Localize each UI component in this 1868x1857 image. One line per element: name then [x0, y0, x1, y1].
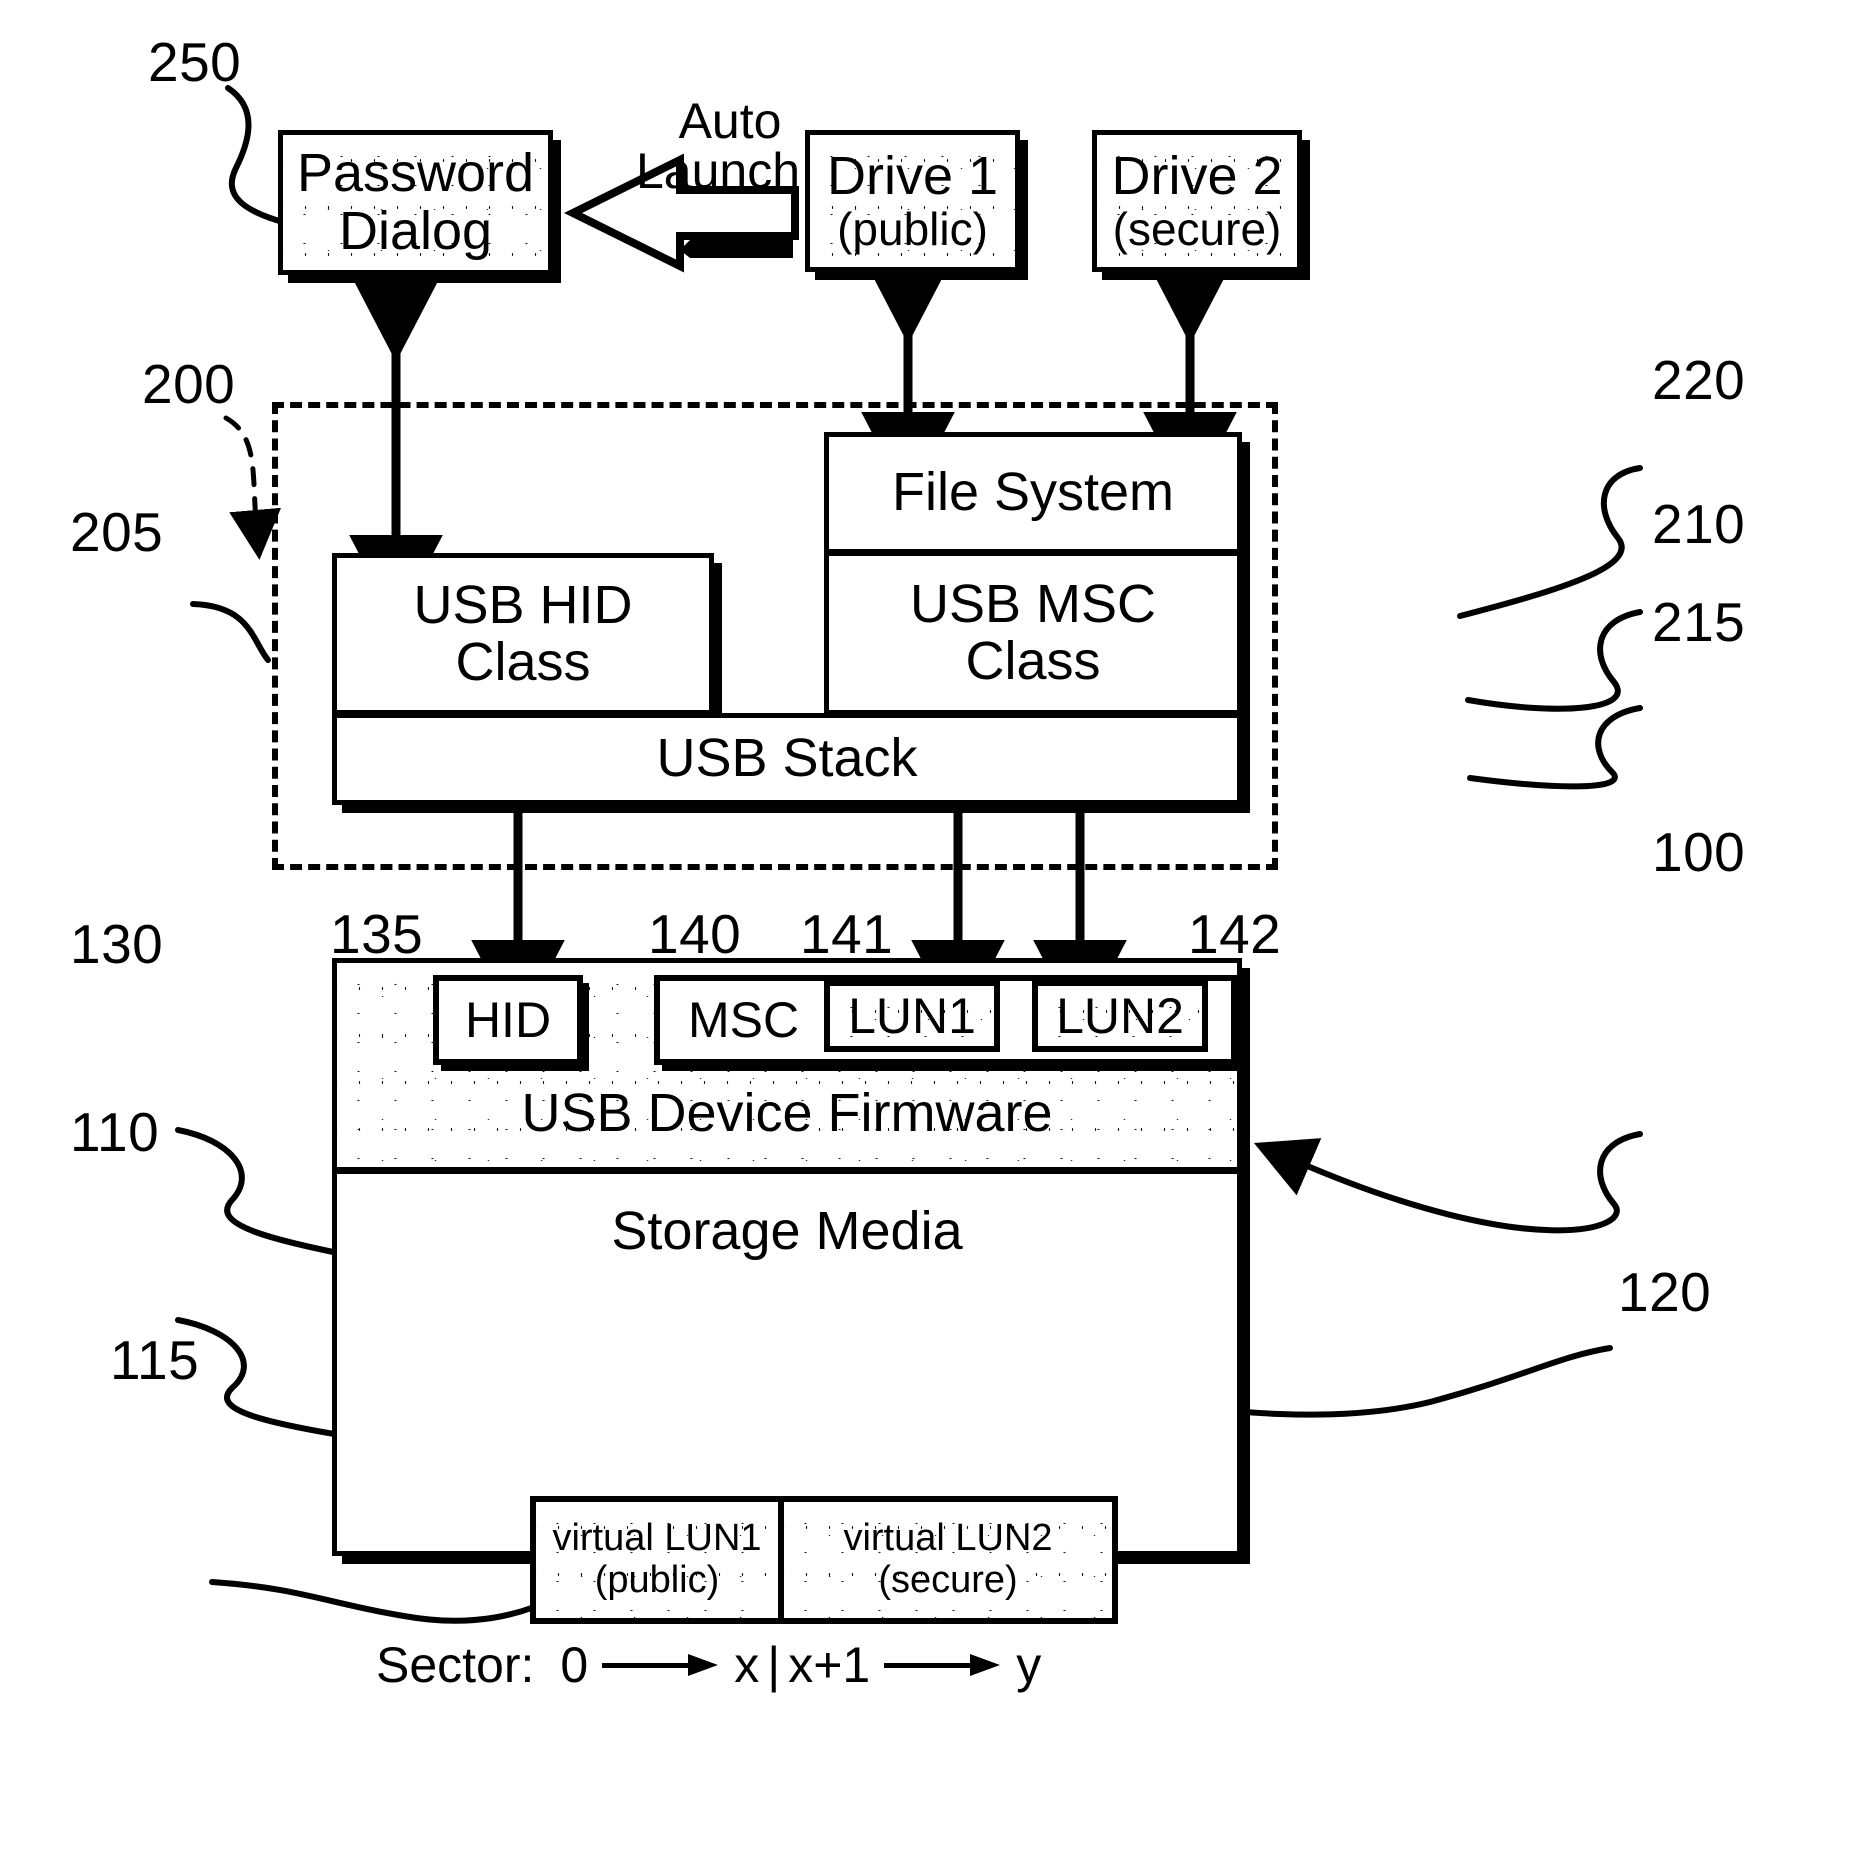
- drive-1-box[interactable]: Drive 1 (public): [805, 130, 1020, 272]
- usb-hid-class-label-2: Class: [455, 632, 591, 692]
- ref-250: 250: [148, 31, 242, 93]
- usb-stack-label: USB Stack: [656, 728, 918, 789]
- ref-115: 115: [110, 1329, 200, 1391]
- usb-hid-class-label-1: USB HID: [413, 574, 633, 635]
- sector-end-public: x: [734, 1637, 760, 1693]
- usb-msc-class-box[interactable]: USB MSC Class: [824, 551, 1242, 715]
- virtual-lun1-box[interactable]: virtual LUN1 (public): [536, 1502, 784, 1618]
- usb-msc-class-label-1: USB MSC: [909, 573, 1157, 634]
- virtual-lun2-label-1: virtual LUN2: [843, 1517, 1053, 1560]
- usb-hid-class-box[interactable]: USB HID Class: [332, 553, 714, 715]
- virtual-lun1-label-2: (public): [594, 1559, 720, 1601]
- virtual-lun1-label-1: virtual LUN1: [552, 1517, 762, 1560]
- ref-135: 135: [330, 903, 424, 965]
- ref-130: 130: [70, 913, 164, 975]
- file-system-box[interactable]: File System: [824, 432, 1242, 554]
- firmware-lun2-label: LUN2: [1056, 987, 1184, 1044]
- ref-142: 142: [1188, 903, 1282, 965]
- sector-arrow-public-icon: [602, 1654, 720, 1676]
- ref-210: 210: [1652, 493, 1746, 555]
- virtual-lun2-box[interactable]: virtual LUN2 (secure): [784, 1502, 1112, 1618]
- firmware-hid-label: HID: [464, 991, 552, 1048]
- ref-215: 215: [1652, 591, 1746, 653]
- ref-141: 141: [800, 903, 894, 965]
- ref-100: 100: [1652, 821, 1746, 883]
- sector-start-secure: x+1: [788, 1637, 871, 1693]
- firmware-lun1-box[interactable]: LUN1: [824, 980, 1000, 1052]
- firmware-lun1-label: LUN1: [848, 987, 976, 1044]
- firmware-hid-box[interactable]: HID: [433, 975, 583, 1065]
- drive-1-label-1: Drive 1: [826, 146, 999, 206]
- usb-stack-box[interactable]: USB Stack: [332, 713, 1242, 805]
- figure-canvas: Password Dialog Drive 1 (public) Drive 2…: [0, 0, 1868, 1857]
- password-dialog-box[interactable]: Password Dialog: [278, 130, 553, 275]
- sector-prefix: Sector:: [376, 1637, 535, 1693]
- sector-divider: |: [767, 1637, 781, 1693]
- password-dialog-label-1: Password: [296, 143, 535, 204]
- ref-205: 205: [70, 501, 164, 563]
- sector-end-secure: y: [1016, 1637, 1042, 1693]
- usb-msc-class-label-2: Class: [965, 631, 1101, 691]
- file-system-label: File System: [891, 462, 1175, 523]
- sector-arrow-secure-icon: [884, 1654, 1002, 1676]
- firmware-lun2-box[interactable]: LUN2: [1032, 980, 1208, 1052]
- sector-start: 0: [560, 1637, 589, 1693]
- storage-media-label: Storage Media: [611, 1201, 963, 1261]
- ref-200: 200: [142, 353, 236, 415]
- ref-120: 120: [1618, 1261, 1712, 1323]
- drive-1-label-2: (public): [837, 203, 988, 256]
- password-dialog-label-2: Dialog: [338, 200, 493, 261]
- ref-220: 220: [1652, 349, 1746, 411]
- virtual-lun2-label-2: (secure): [878, 1559, 1018, 1601]
- drive-2-label-1: Drive 2: [1111, 146, 1283, 206]
- auto-launch-label-line2: Launch: [635, 143, 801, 199]
- firmware-storage-divider: [337, 1167, 1237, 1174]
- firmware-msc-label: MSC: [688, 991, 800, 1048]
- drive-2-box[interactable]: Drive 2 (secure): [1092, 130, 1302, 272]
- virtual-lun-container: virtual LUN1 (public) virtual LUN2 (secu…: [530, 1496, 1118, 1624]
- drive-2-label-2: (secure): [1112, 203, 1282, 256]
- sector-map-line: Sector: 0 x | x+1 y: [372, 1636, 1045, 1694]
- ref-110: 110: [70, 1101, 160, 1163]
- usb-device-firmware-label: USB Device Firmware: [521, 1083, 1053, 1143]
- ref-140: 140: [648, 903, 742, 965]
